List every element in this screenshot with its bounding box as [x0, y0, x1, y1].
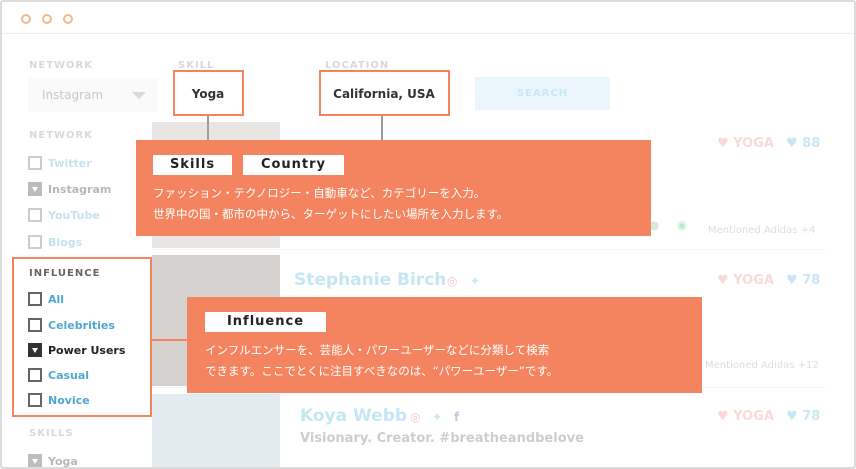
checkbox-label: Yoga: [48, 454, 78, 468]
heart-icon: ♥: [717, 273, 729, 288]
spotify-icon: ◉: [677, 218, 688, 232]
sidebar-item-twitter[interactable]: Twitter: [28, 155, 92, 171]
window-zoom-dot[interactable]: [63, 14, 73, 24]
influencer-bio: Visionary. Creator. #breatheandbelove: [300, 431, 584, 446]
app-window: NETWORK Instagram SKILL LOCATION SEARCH …: [0, 0, 856, 469]
skill-badge: ♥ YOGA: [717, 409, 774, 424]
checkbox-label: Blogs: [48, 235, 83, 249]
sidebar-item-instagram[interactable]: Instagram: [28, 181, 111, 197]
influence-callout-line-2: できます。ここでとくに注目すべきなのは、“パワーユーザー”です。: [205, 364, 559, 378]
facebook-icon[interactable]: f: [454, 410, 459, 424]
title-bar-divider: [2, 33, 854, 34]
profile-photo: [152, 394, 280, 467]
checkbox-label: Twitter: [48, 156, 92, 170]
checkbox[interactable]: [28, 208, 42, 222]
skills-tag: Skills: [153, 155, 232, 175]
window-close-dot[interactable]: [21, 14, 31, 24]
follower-count: ♥ 88: [786, 136, 821, 151]
influence-highlight-box: [12, 257, 152, 417]
network-select[interactable]: Instagram: [28, 78, 158, 112]
sidebar-item-blogs[interactable]: Blogs: [28, 234, 82, 250]
follower-count: ♥ 78: [786, 409, 821, 424]
sidebar-item-yoga[interactable]: Yoga: [28, 453, 78, 468]
network-filter-label: NETWORK: [29, 60, 94, 71]
sidebar-skills-heading: SKILLS: [29, 428, 74, 439]
skills-country-callout: Skills Country ファッション・テクノロジー・自動車など、カテゴリー…: [136, 140, 651, 236]
skill-badge: ♥ YOGA: [717, 136, 774, 151]
instagram-icon[interactable]: ◎: [447, 274, 457, 288]
network-select-value: Instagram: [42, 88, 104, 102]
mention-text: Mentioned Adidas +4: [708, 225, 816, 236]
search-button[interactable]: SEARCH: [475, 77, 610, 110]
heart-icon: ♥: [786, 136, 798, 151]
twitter-icon[interactable]: ✦: [432, 410, 442, 424]
checkbox[interactable]: [28, 156, 42, 170]
instagram-icon[interactable]: ◎: [410, 410, 420, 424]
heart-icon: ♥: [786, 273, 798, 288]
mention-text: Mentioned Adidas +12: [705, 360, 819, 371]
follower-count: ♥ 78: [786, 273, 821, 288]
influence-callout: Influence インフルエンサーを、芸能人・パワーユーザーなどに分類して検索…: [187, 297, 702, 393]
influencer-name[interactable]: Koya Webb: [300, 406, 407, 426]
influence-callout-line-1: インフルエンサーを、芸能人・パワーユーザーなどに分類して検索: [205, 343, 550, 357]
location-highlight-box: [319, 70, 450, 116]
skill-highlight-box: [173, 70, 244, 116]
checkbox-label: Instagram: [48, 182, 112, 196]
influencer-name[interactable]: Stephanie Birch: [294, 270, 446, 290]
sidebar-item-youtube[interactable]: YouTube: [28, 207, 100, 223]
skills-callout-line-2: 世界中の国・都市の中から、ターゲットにしたい場所を入力します。: [153, 207, 509, 221]
heart-icon: ♥: [786, 409, 798, 424]
checkbox-label: YouTube: [48, 208, 100, 222]
heart-icon: ♥: [717, 136, 729, 151]
checkbox-checked[interactable]: [28, 182, 42, 196]
heart-icon: ♥: [717, 409, 729, 424]
twitter-icon[interactable]: ✦: [470, 274, 480, 288]
sidebar-network-heading: NETWORK: [29, 130, 94, 141]
chevron-down-icon: [132, 92, 146, 99]
skill-badge: ♥ YOGA: [717, 273, 774, 288]
country-tag: Country: [243, 155, 344, 175]
influence-tag: Influence: [205, 312, 326, 332]
checkbox[interactable]: [28, 235, 42, 249]
window-minimize-dot[interactable]: [42, 14, 52, 24]
influence-connector-line: [152, 339, 187, 341]
checkbox-checked[interactable]: [28, 454, 42, 467]
skills-callout-line-1: ファッション・テクノロジー・自動車など、カテゴリーを入力。: [153, 186, 486, 200]
